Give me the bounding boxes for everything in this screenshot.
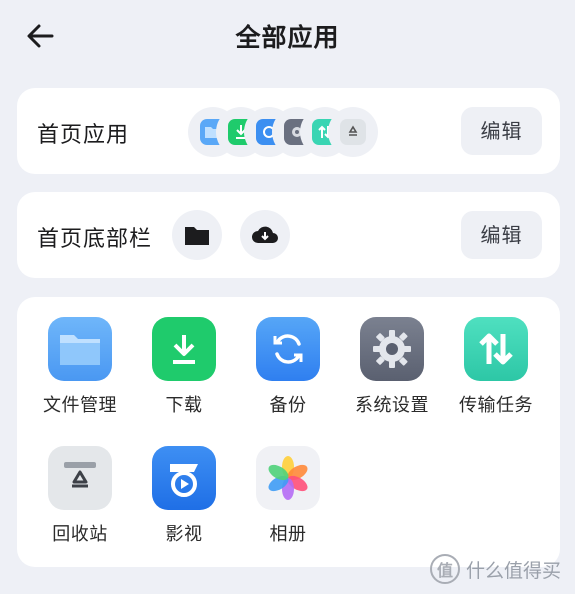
app-video[interactable]: 影视 [134, 446, 234, 546]
transfer-icon [464, 317, 528, 381]
cloud-download-icon [252, 226, 278, 243]
folder-icon [185, 227, 209, 245]
video-icon [152, 446, 216, 510]
app-system-settings[interactable]: 系统设置 [342, 317, 442, 417]
watermark: 值 什么值得买 [429, 554, 561, 584]
app-label: 备份 [269, 395, 307, 416]
recycle-icon [328, 107, 378, 157]
app-label: 下载 [165, 395, 203, 416]
files-icon [48, 317, 112, 381]
app-photos[interactable]: 相册 [238, 446, 338, 546]
home-apps-label: 首页应用 [37, 123, 130, 148]
app-download[interactable]: 下载 [134, 317, 234, 417]
app-label: 回收站 [52, 524, 108, 545]
app-label: 相册 [269, 524, 307, 545]
home-bottom-bar-label: 首页底部栏 [37, 227, 153, 252]
backup-icon [256, 317, 320, 381]
app-label: 影视 [165, 524, 203, 545]
app-backup[interactable]: 备份 [238, 317, 338, 417]
app-label: 系统设置 [355, 395, 429, 416]
home-apps-card: 首页应用 编辑 [17, 88, 560, 174]
app-label: 传输任务 [459, 395, 533, 416]
edit-home-apps-button[interactable]: 编辑 [461, 107, 542, 155]
photos-icon [256, 446, 320, 510]
all-apps-card: 文件管理 下载 备份 系统设置 传输任务 回收站 影视 相册 [17, 297, 560, 567]
download-icon [152, 317, 216, 381]
app-transfer-tasks[interactable]: 传输任务 [446, 317, 546, 417]
settings-icon [360, 317, 424, 381]
bottom-bar-item-cloud-download[interactable] [240, 210, 290, 260]
app-file-manager[interactable]: 文件管理 [30, 317, 130, 417]
recycle-icon [48, 446, 112, 510]
watermark-text: 什么值得买 [465, 559, 561, 582]
top-bar: 全部应用 [0, 0, 575, 72]
watermark-logo: 值 [429, 554, 460, 584]
app-label: 文件管理 [43, 395, 117, 416]
home-apps-preview[interactable] [188, 107, 388, 157]
home-bottom-bar-card: 首页底部栏 编辑 [17, 192, 560, 278]
edit-bottom-bar-button[interactable]: 编辑 [461, 211, 542, 259]
bottom-bar-item-folder[interactable] [172, 210, 222, 260]
page-title: 全部应用 [235, 23, 340, 52]
app-recycle-bin[interactable]: 回收站 [30, 446, 130, 546]
